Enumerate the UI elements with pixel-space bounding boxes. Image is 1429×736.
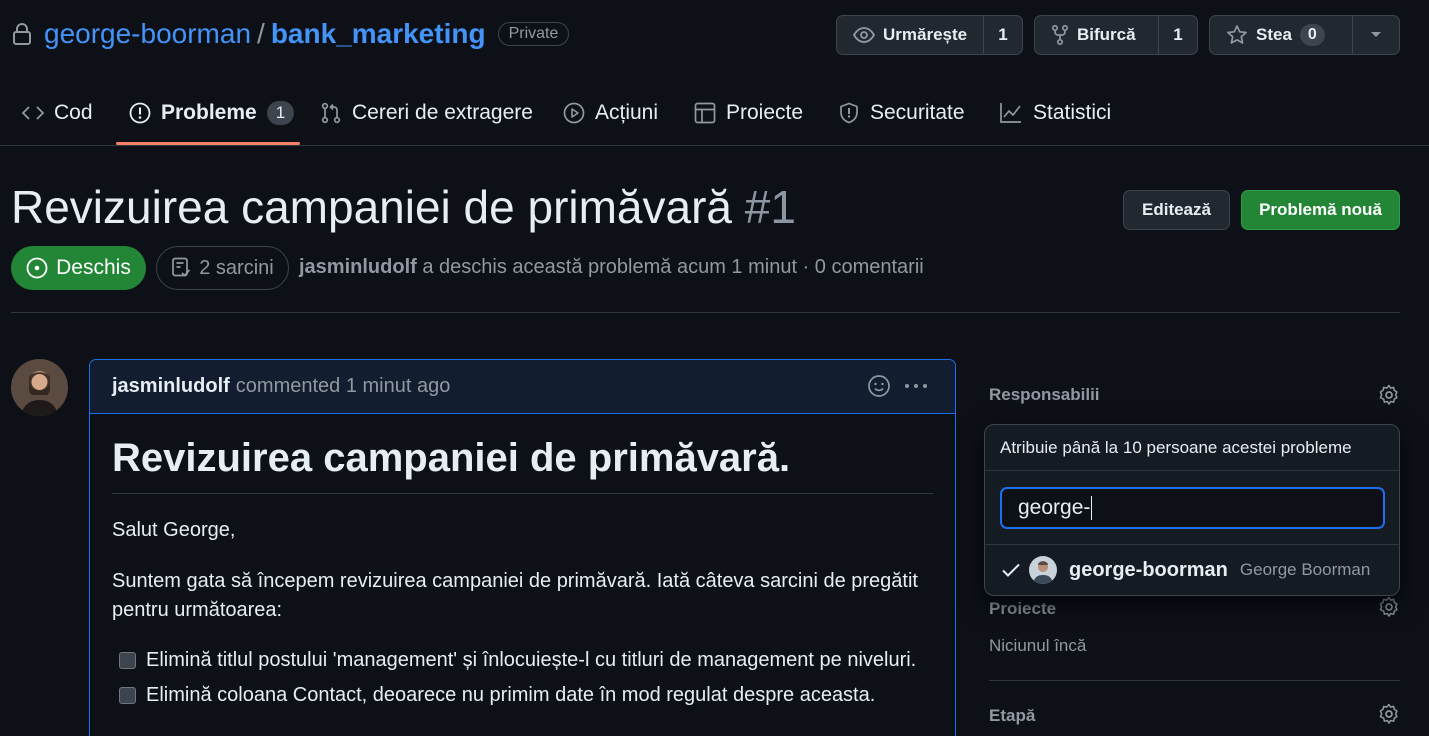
star-button[interactable]: Stea 0 [1210,16,1353,54]
tab-code[interactable]: Cod [22,88,93,138]
fork-icon [1051,25,1069,45]
projects-value: Niciunul încă [989,636,1087,655]
tab-security[interactable]: Securitate [838,88,965,138]
task-text: Elimină titlul postului 'management' și … [146,649,917,671]
comment-box: jasminludolf commented 1 minut ago Reviz… [89,359,956,736]
text-caret [1091,496,1093,520]
issue-opened-icon [129,102,151,124]
avatar[interactable] [11,359,68,416]
star-dropdown-button[interactable] [1353,16,1399,54]
avatar [1029,556,1057,584]
smiley-icon[interactable] [867,374,891,398]
issues-count-badge: 1 [266,101,295,125]
pull-request-icon [320,102,342,124]
tab-label: Securitate [870,101,965,124]
fork-button[interactable]: Bifurcă [1035,16,1159,54]
active-tab-underline [116,142,300,145]
fork-label: Bifurcă [1077,25,1136,44]
comment-greeting: Salut George, [112,519,236,541]
task-checkbox[interactable] [119,652,136,669]
gear-icon[interactable] [1378,384,1400,406]
fork-count[interactable]: 1 [1159,16,1197,54]
repo-name-link[interactable]: bank_marketing [271,18,486,50]
comment-paragraph: Suntem gata să începem revizuirea campan… [112,570,918,621]
issue-opened-icon [26,257,48,279]
task-item: Elimină titlul postului 'management' și … [119,643,933,678]
comment-heading: Revizuirea campaniei de primăvară. [112,436,933,494]
tab-actions[interactable]: Acțiuni [563,88,658,138]
tab-projects[interactable]: Proiecte [694,88,803,138]
watch-count[interactable]: 1 [984,16,1022,54]
triangle-down-icon [1370,31,1382,39]
visibility-badge: Private [497,22,570,46]
comment-action-text: commented 1 minut ago [235,375,451,397]
tasks-badge[interactable]: 2 sarcini [156,246,289,290]
projects-label[interactable]: Proiecte [989,599,1056,619]
table-icon [694,102,716,124]
task-list: Elimină titlul postului 'management' și … [112,643,933,713]
assignee-login: george-boorman [1069,558,1228,581]
search-query-text: george- [1018,496,1091,519]
task-text: Elimină coloana Contact, deoarece nu pri… [146,684,876,706]
watch-label: Urmărește [883,25,968,44]
gear-icon[interactable] [1378,703,1400,725]
tab-label: Cod [54,101,93,124]
comment-header: jasminludolf commented 1 minut ago [90,360,955,414]
issue-author-link[interactable]: jasminludolf [299,256,417,278]
checklist-icon [171,257,191,279]
fork-button-group: Bifurcă 1 [1034,15,1198,55]
divider [989,680,1400,681]
issue-state-label: Deschis [56,256,131,279]
assignee-dropdown: Atribuie până la 10 persoane acestei pro… [984,424,1400,596]
new-issue-button[interactable]: Problemă nouă [1241,190,1400,230]
tab-label: Acțiuni [595,101,659,124]
shield-icon [838,102,860,124]
task-checkbox[interactable] [119,687,136,704]
issue-number: #1 [744,181,796,233]
task-item: Elimină coloana Contact, deoarece nu pri… [119,678,933,713]
tab-label: Probleme [161,101,257,124]
issue-meta: jasminludolf a deschis această problemă … [299,256,924,279]
star-label: Stea [1256,25,1292,44]
assignee-search-input[interactable]: george- [1000,487,1385,529]
comment-body: Revizuirea campaniei de primăvară. Salut… [90,414,955,735]
tasks-count: 2 sarcini [199,256,274,279]
eye-icon [853,27,875,43]
assignee-option[interactable]: george-boorman George Boorman [985,545,1399,595]
divider [11,312,1400,313]
kebab-horizontal-icon[interactable] [903,374,929,398]
comment-author-link[interactable]: jasminludolf [112,375,230,398]
lock-icon [12,23,32,45]
tab-pull-requests[interactable]: Cereri de extragere [320,88,533,138]
star-count: 0 [1299,24,1325,46]
tab-label: Cereri de extragere [352,101,533,124]
tab-label: Proiecte [726,101,804,124]
issue-title: Revizuirea campaniei de primăvară #1 [11,180,796,234]
repo-separator: / [257,18,265,49]
watch-button-group: Urmărește 1 [836,15,1023,55]
tab-label: Statistici [1033,101,1112,124]
dropdown-header: Atribuie până la 10 persoane acestei pro… [985,425,1399,471]
graph-icon [999,102,1023,124]
assignee-full-name: George Boorman [1239,560,1371,579]
play-icon [563,102,585,124]
tab-issues[interactable]: Probleme 1 [129,88,295,138]
issue-state-badge: Deschis [11,246,146,290]
star-button-group: Stea 0 [1209,15,1400,55]
code-icon [22,105,44,121]
check-icon [1001,562,1021,578]
edit-button[interactable]: Editează [1123,190,1230,230]
tab-insights[interactable]: Statistici [999,88,1111,138]
issue-meta-text: a deschis această problemă acum 1 minut … [422,256,924,278]
watch-button[interactable]: Urmărește [837,16,984,54]
assignees-label[interactable]: Responsabilii [989,385,1100,405]
repo-nav: Cod Probleme 1 Cereri de extragere Acțiu… [0,88,1429,146]
issue-title-text: Revizuirea campaniei de primăvară [11,181,732,233]
star-icon [1226,24,1248,46]
milestone-label[interactable]: Etapă [989,706,1035,726]
gear-icon[interactable] [1378,596,1400,618]
repo-owner-link[interactable]: george-boorman [44,18,251,50]
repo-header: george-boorman / bank_marketing Private [12,14,570,54]
